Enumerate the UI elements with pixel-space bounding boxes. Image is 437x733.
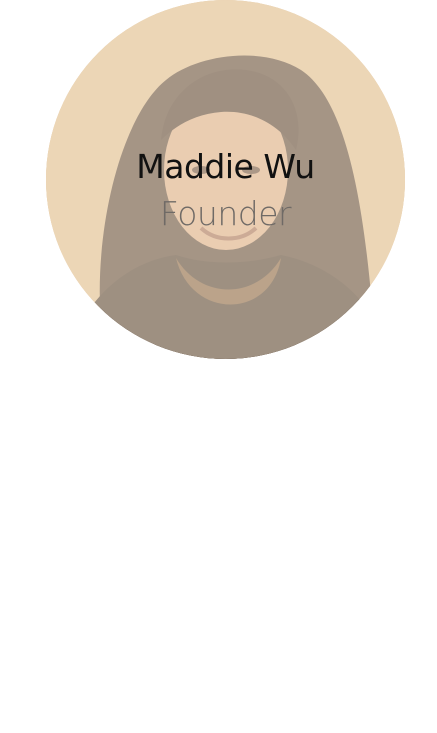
- page: Maddie Wu Founder: [0, 0, 437, 733]
- profile-card[interactable]: Maddie Wu Founder: [46, 0, 405, 359]
- profile-role: Founder: [159, 194, 292, 233]
- profile-caption: Maddie Wu Founder: [46, 145, 405, 239]
- profile-name: Maddie Wu: [136, 147, 315, 186]
